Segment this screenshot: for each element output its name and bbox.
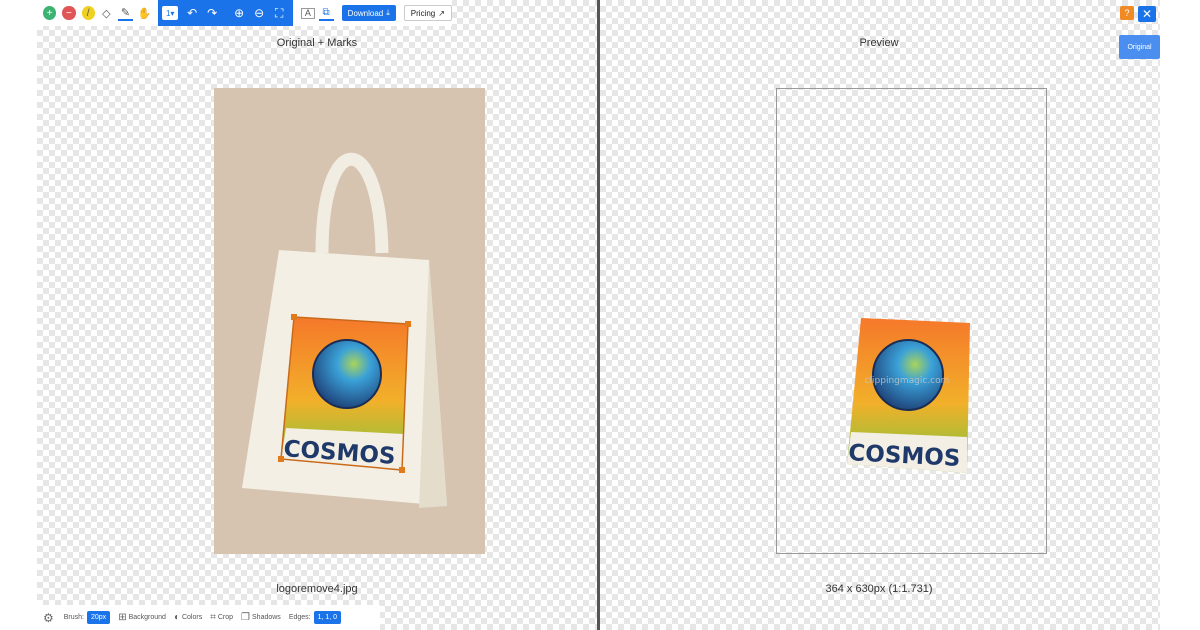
download-icon: ⤓ [386,8,390,17]
close-button[interactable]: ✕ [1138,6,1156,22]
original-toggle-button[interactable]: Original [1119,35,1160,59]
redo-icon[interactable]: ↷ [203,4,221,22]
handle-bottom-left[interactable] [278,456,284,462]
external-link-icon: ↗ [438,8,445,18]
edges-value[interactable]: 1, 1, 0 [313,611,342,624]
settings-gear-icon[interactable]: ⚙ [43,611,54,625]
keep-brush-icon[interactable]: + [43,6,57,20]
pricing-button[interactable]: Pricing ↗ [403,5,452,21]
remove-brush-icon[interactable]: − [62,6,76,20]
download-label: Download [347,8,384,18]
preview-frame: clippingmagic.com COSMOS [776,88,1047,554]
shadows-label: Shadows [252,614,281,621]
dual-view-icon[interactable]: ⧉ [318,5,334,21]
colors-label: Colors [181,614,203,621]
background-label: Background [128,614,166,621]
edit-tools-group: 1 ▾ ↶ ↷ ⊕ ⊖ ⛶ [158,0,294,26]
fit-view-icon[interactable]: ⛶ [270,4,288,22]
watermark-text: clippingmagic.com [865,376,950,386]
dimensions-label: 364 x 630px (1:1.731) [825,583,933,595]
crop-button[interactable]: ⌗ Crop [210,612,233,623]
handle-bottom-right[interactable] [399,467,405,473]
toolbar: + − / ◇ ✎ ✋ 1 ▾ ↶ ↷ ⊕ ⊖ ⛶ A ⧉ Download ⤓ … [37,0,452,26]
preview-logo-text: COSMOS [848,440,961,472]
undo-icon[interactable]: ↶ [183,4,201,22]
colors-icon: ◐ [173,612,180,623]
hair-brush-icon[interactable]: / [81,6,95,20]
edges-control[interactable]: Edges: 1, 1, 0 [288,611,342,624]
original-image[interactable]: COSMOS [214,88,485,554]
download-button[interactable]: Download ⤓ [341,5,396,21]
colors-button[interactable]: ◐ Colors [174,612,202,623]
crop-icon: ⌗ [210,612,216,623]
shadows-button[interactable]: ❐ Shadows [241,612,281,623]
help-button[interactable]: ? [1120,6,1134,20]
zoom-select[interactable]: 1 ▾ [162,6,179,20]
crop-label: Crop [217,614,234,621]
brush-control[interactable]: Brush: 20px [63,611,111,624]
shadows-icon: ❐ [241,612,251,623]
scalpel-icon[interactable]: ✎ [117,5,134,21]
zoom-in-icon[interactable]: ⊕ [230,4,248,22]
pane-divider[interactable] [597,0,600,630]
background-button[interactable]: ⊞ Background [118,612,166,623]
background-icon: ⊞ [118,612,127,623]
pan-hand-icon[interactable]: ✋ [137,5,152,21]
preview-title: Preview [859,37,899,49]
preview-logo: clippingmagic.com COSMOS [847,318,970,473]
eraser-icon[interactable]: ◇ [99,5,114,21]
single-view-icon[interactable]: A [301,7,315,19]
filename-label: logoremove4.jpg [276,583,358,595]
original-title: Original + Marks [276,37,358,49]
bottom-toolbar: ⚙ Brush: 20px ⊞ Background ◐ Colors ⌗ Cr… [37,605,380,630]
handle-top-left[interactable] [291,314,297,320]
zoom-out-icon[interactable]: ⊖ [250,4,268,22]
zoom-select-value: 1 [165,8,171,18]
edges-label: Edges: [288,614,311,621]
handle-top-right[interactable] [405,321,411,327]
brush-size-value[interactable]: 20px [87,611,111,624]
tote-bag-illustration: COSMOS [242,152,447,508]
pricing-label: Pricing [410,8,436,18]
brush-label: Brush: [63,614,84,621]
